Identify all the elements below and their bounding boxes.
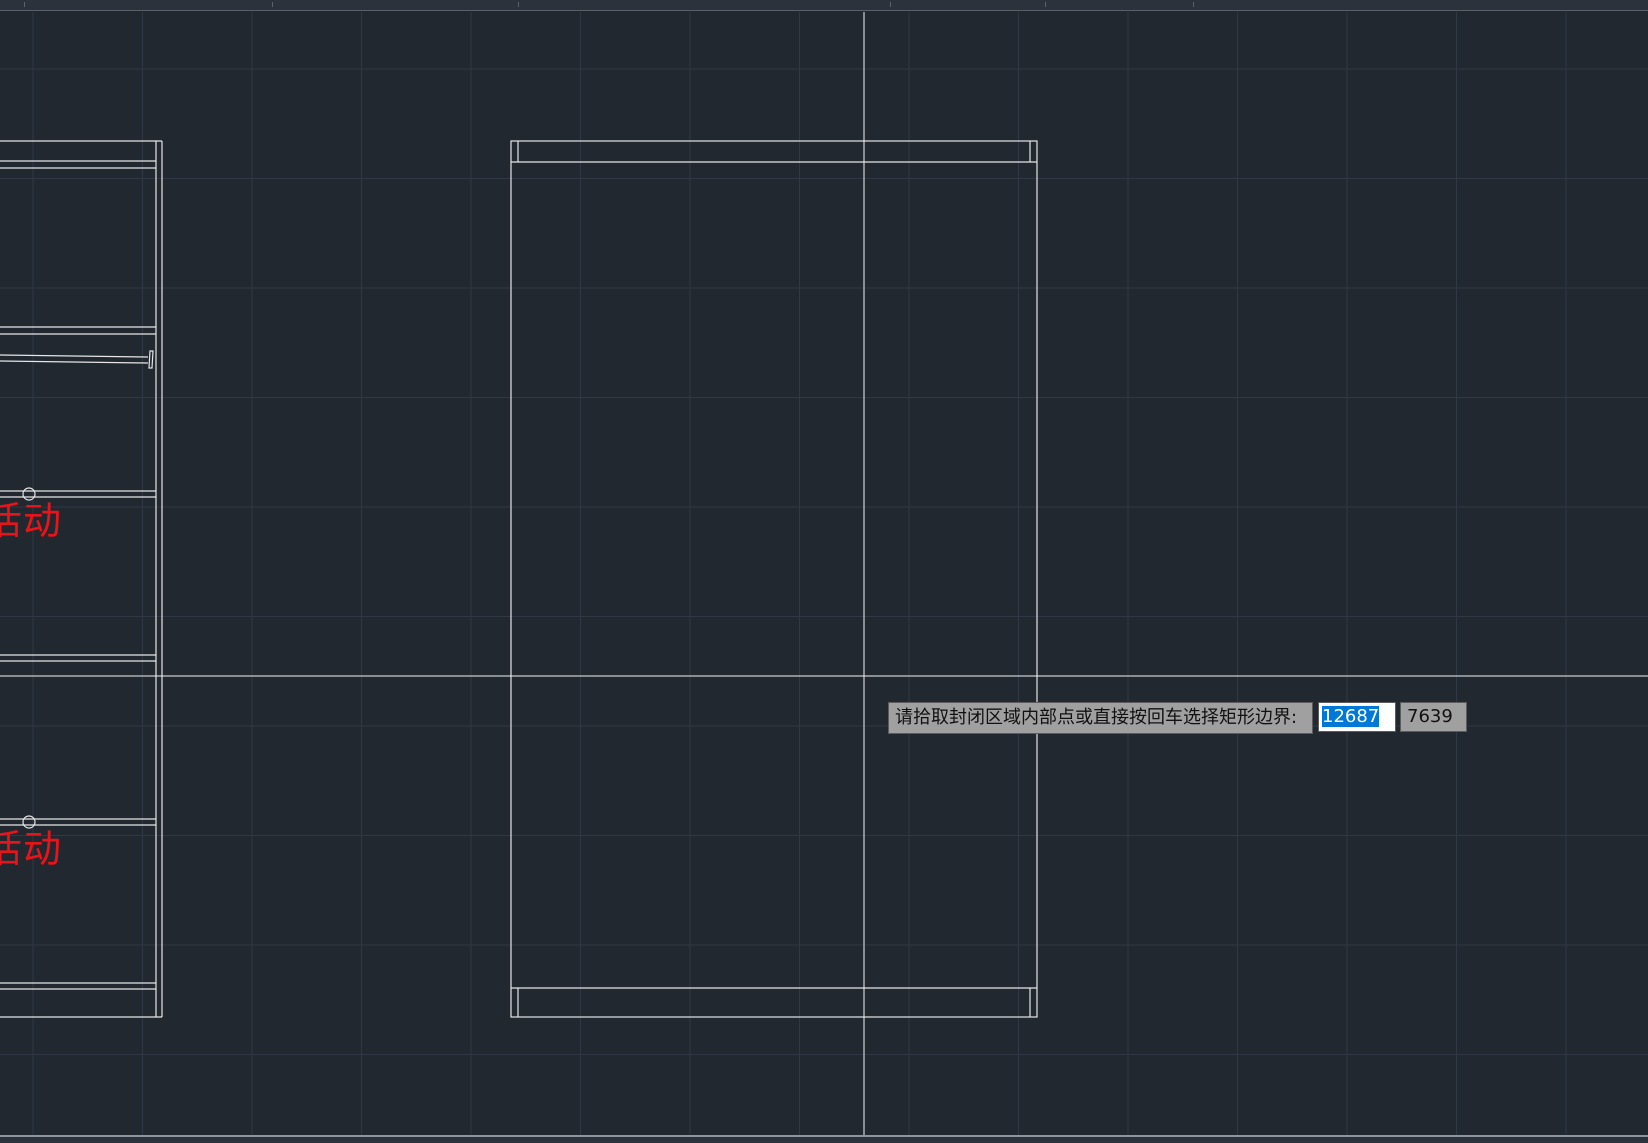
label-movable: 活动 [0,499,63,543]
cad-application: 活动 活动 请拾取封闭区域内部点或直接按回车选择矩形边界: 12687 7639 [0,0,1648,1143]
cabinet-frame [510,140,1038,1018]
label-movable: 活动 [0,827,63,871]
coordinate-y-input[interactable]: 7639 [1400,702,1467,732]
bottom-status-strip [0,1135,1648,1143]
drawing-canvas[interactable] [0,0,1648,1143]
command-prompt-tooltip: 请拾取封闭区域内部点或直接按回车选择矩形边界: [888,702,1313,734]
crosshair-cursor [0,12,1648,1136]
coordinate-x-input[interactable]: 12687 [1318,702,1396,732]
coordinate-x-value: 12687 [1322,706,1380,727]
left-cabinet-elevation [0,140,163,1018]
grid-lines [0,12,1648,1136]
